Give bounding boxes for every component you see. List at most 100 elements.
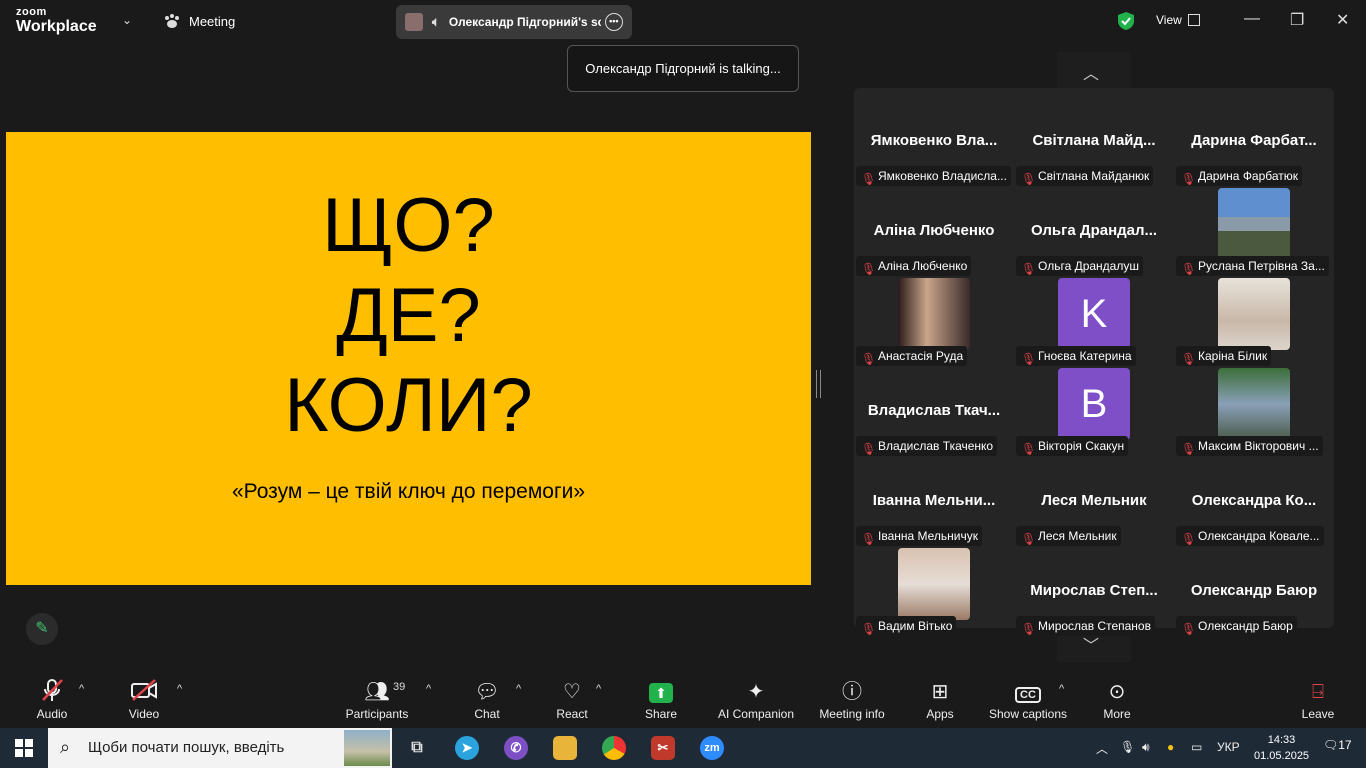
audio-button[interactable]: Audio — [30, 669, 74, 728]
sparkle-icon: ✦ — [747, 681, 765, 703]
video-off-icon — [122, 677, 166, 707]
task-view-icon[interactable]: ⧉ — [405, 736, 429, 760]
windows-start-icon[interactable] — [15, 739, 33, 757]
participant-tile[interactable]: B 🎙︎ Вікторія Скакун — [1014, 368, 1174, 458]
participant-tile[interactable]: Світлана Майд... 🎙︎ Світлана Майданюк — [1014, 98, 1174, 188]
muted-mic-icon: 🎙︎ — [1021, 442, 1037, 456]
participant-display-name: Іванна Мельни... — [872, 492, 996, 509]
chevron-down-icon[interactable]: ⌄ — [122, 13, 132, 27]
paw-icon — [165, 14, 179, 28]
meeting-toolbar: Audio ^ Video ^ 👥︎ Participants 39 ^ 💬︎ … — [0, 669, 1366, 728]
participant-tile[interactable]: Леся Мельник 🎙︎ Леся Мельник — [1014, 458, 1174, 548]
file-explorer-icon[interactable] — [553, 736, 577, 760]
participant-display-name: Ямковенко Вла... — [870, 132, 998, 149]
participant-tile[interactable]: 🎙︎ Руслана Петрівна За... — [1174, 188, 1334, 278]
muted-mic-icon: 🎙︎ — [1181, 442, 1197, 456]
participant-name: Аліна Любченко — [878, 259, 968, 273]
minimize-icon[interactable]: — — [1244, 10, 1260, 28]
participant-tile[interactable]: 🎙︎ Максим Вікторович ... — [1174, 368, 1334, 458]
muted-mic-icon: 🎙︎ — [861, 532, 877, 546]
participant-tile[interactable]: Ямковенко Вла... 🎙︎ Ямковенко Владисла... — [854, 98, 1014, 188]
react-options-caret[interactable]: ^ — [596, 683, 601, 695]
participant-display-name: Владислав Ткач... — [867, 402, 1001, 419]
view-button[interactable]: View — [1156, 13, 1200, 27]
participant-name: Мирослав Степанов — [1038, 619, 1151, 633]
video-button[interactable]: Video — [122, 669, 166, 728]
participant-tile[interactable]: Олександра Ко... 🎙︎ Олександра Ковале... — [1174, 458, 1334, 548]
participant-tile[interactable]: Мирослав Степ... 🎙︎ Мирослав Степанов — [1014, 548, 1174, 638]
participant-tile[interactable]: K 🎙︎ Гноєва Катерина — [1014, 278, 1174, 368]
chrome-icon[interactable] — [602, 736, 626, 760]
participants-count: 39 — [393, 681, 406, 693]
captions-options-caret[interactable]: ^ — [1059, 683, 1064, 695]
taskbar-search[interactable]: ⌕ Щоби почати пошук, введіть — [48, 728, 392, 768]
participant-video — [898, 548, 970, 620]
participant-display-name: Мирослав Степ... — [1030, 582, 1158, 599]
participants-label: Participants — [345, 707, 409, 721]
participant-name-label: 🎙︎ Іванна Мельничук — [856, 526, 983, 546]
muted-mic-icon: 🎙︎ — [1021, 262, 1037, 276]
slide-line-where: ДЕ? — [336, 273, 481, 358]
telegram-icon[interactable]: ➤ — [455, 736, 479, 760]
language-indicator[interactable]: УКР — [1217, 740, 1240, 754]
muted-mic-icon: 🎙︎ — [861, 352, 877, 366]
microphone-tray-icon[interactable]: 🎙︎ — [1120, 740, 1135, 754]
viber-icon[interactable]: ✆ — [504, 736, 528, 760]
app-tray-icon[interactable]: ● — [1167, 740, 1174, 754]
splitter-handle[interactable] — [816, 370, 821, 398]
participants-options-caret[interactable]: ^ — [426, 683, 431, 695]
heart-icon: ♡ — [563, 681, 581, 703]
close-icon[interactable]: ✕ — [1336, 10, 1349, 30]
chat-button[interactable]: 💬︎ Chat — [466, 669, 508, 728]
participant-tile[interactable]: Іванна Мельни... 🎙︎ Іванна Мельничук — [854, 458, 1014, 548]
volume-icon[interactable]: 🔊︎ — [1142, 740, 1150, 755]
react-button[interactable]: ♡ React — [550, 669, 594, 728]
search-icon: ⌕ — [60, 737, 71, 757]
app-tool-icon[interactable]: ✂ — [651, 736, 675, 760]
participant-tile[interactable]: Дарина Фарбат... 🎙︎ Дарина Фарбатюк — [1174, 98, 1334, 188]
system-clock[interactable]: 14:33 01.05.2025 — [1254, 732, 1309, 764]
participant-tile[interactable]: Ольга Драндал... 🎙︎ Ольга Драндалуш — [1014, 188, 1174, 278]
captions-button[interactable]: CC Show captions — [986, 669, 1070, 728]
clock-time: 14:33 — [1267, 734, 1296, 746]
participant-tile[interactable]: Олександр Баюр 🎙︎ Олександр Баюр — [1174, 548, 1334, 638]
more-button[interactable]: ⊙ More — [1098, 669, 1136, 728]
tray-chevron-icon[interactable]: ︿ — [1096, 740, 1108, 757]
annotate-pen-icon[interactable]: ✎ — [26, 613, 58, 645]
ai-label: AI Companion — [717, 707, 795, 721]
muted-mic-icon: 🎙︎ — [861, 172, 877, 186]
participant-tile[interactable]: Владислав Ткач... 🎙︎ Владислав Ткаченко — [854, 368, 1014, 458]
audio-label: Audio — [36, 707, 68, 721]
chat-options-caret[interactable]: ^ — [516, 683, 521, 695]
participant-name-label: 🎙︎ Вадим Вітько — [856, 616, 957, 636]
share-icon: ⬆ — [638, 677, 684, 707]
apps-label: Apps — [926, 707, 954, 721]
audio-options-caret[interactable]: ^ — [79, 683, 84, 695]
apps-button[interactable]: ⊞ Apps — [920, 669, 960, 728]
notification-center-icon[interactable]: 🗨︎17 — [1323, 738, 1352, 752]
info-icon: ⓘ — [842, 681, 862, 703]
meeting-menu[interactable]: Meeting — [163, 13, 235, 29]
participant-tile[interactable]: 🎙︎ Каріна Білик — [1174, 278, 1334, 368]
participant-tile[interactable]: 🎙︎ Вадим Вітько — [854, 548, 1014, 638]
video-options-caret[interactable]: ^ — [177, 683, 182, 695]
talking-notification: Олександр Підгорний is talking... — [567, 45, 799, 92]
react-label: React — [556, 707, 588, 721]
participant-display-name: Ольга Драндал... — [1030, 222, 1158, 239]
shield-icon[interactable] — [1117, 11, 1135, 31]
more-options-icon[interactable]: ••• — [604, 13, 623, 31]
participant-display-name: Світлана Майд... — [1032, 132, 1156, 149]
ai-companion-button[interactable]: ✦ AI Companion — [714, 669, 798, 728]
scroll-up-icon[interactable]: ︿ — [1083, 60, 1099, 84]
share-button[interactable]: ⬆ Share — [638, 669, 684, 728]
participants-button[interactable]: 👥︎ Participants — [340, 669, 414, 728]
participant-name-label: 🎙︎ Ямковенко Владисла... — [856, 166, 1011, 186]
participant-tile[interactable]: Аліна Любченко 🎙︎ Аліна Любченко — [854, 188, 1014, 278]
leave-button[interactable]: ⍈ Leave — [1298, 669, 1338, 728]
zoom-taskbar-icon[interactable]: zm — [700, 736, 724, 760]
battery-icon[interactable]: ▭ — [1191, 740, 1202, 754]
participant-tile[interactable]: 🎙︎ Анастасія Руда — [854, 278, 1014, 368]
maximize-icon[interactable]: ❐ — [1290, 10, 1304, 30]
screen-share-pill[interactable]: 🔈︎ Олександр Підгорний's scr ••• — [396, 5, 632, 39]
meeting-info-button[interactable]: ⓘ Meeting info — [814, 669, 890, 728]
